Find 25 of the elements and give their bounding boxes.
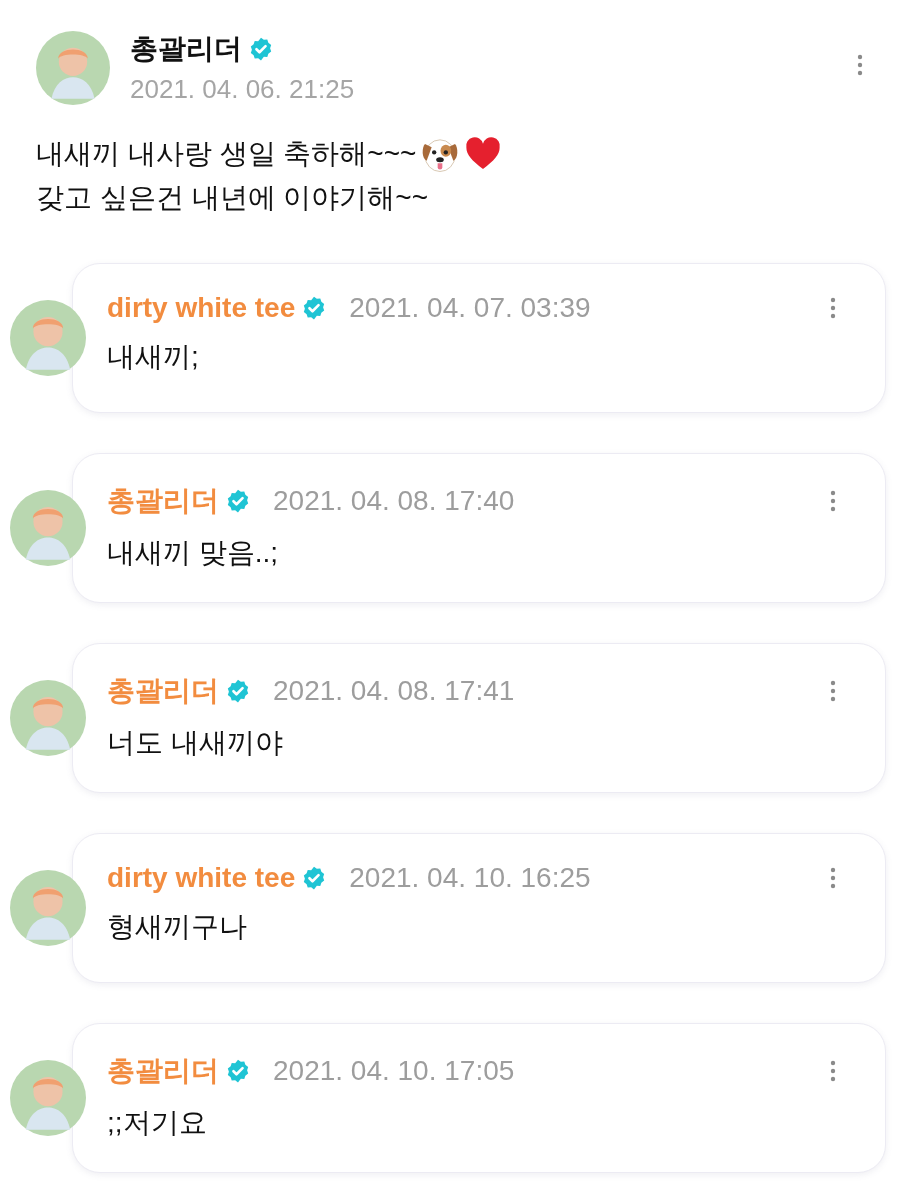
avatar[interactable] [10, 1060, 86, 1136]
comment-text: 내새끼; [107, 340, 200, 374]
author-name[interactable]: dirty white tee [107, 862, 296, 894]
comment-text: 형새끼구나 [107, 910, 248, 944]
author-name[interactable]: 총괄리더 [107, 1052, 219, 1090]
avatar[interactable] [10, 680, 86, 756]
avatar[interactable] [10, 300, 86, 376]
author-name[interactable]: dirty white tee [107, 292, 296, 324]
comment-time: 2021. 04. 08. 17:41 [273, 675, 515, 707]
author-name: 총괄리더 [130, 32, 242, 66]
comment-text: ;;저기요 [107, 1106, 208, 1140]
post-time: 2021. 04. 06. 21:25 [130, 74, 356, 105]
avatar[interactable] [36, 30, 110, 105]
comment-time: 2021. 04. 08. 17:40 [273, 485, 515, 517]
comment-time: 2021. 04. 07. 03:39 [349, 292, 591, 324]
comment-time: 2021. 04. 10. 16:25 [349, 862, 591, 894]
comment-text: 너도 내새끼야 [107, 726, 284, 760]
author-name[interactable]: 총괄리더 [107, 482, 219, 520]
post-text: 내새끼 내사랑 생일 축하해~~~ [36, 137, 417, 171]
author-name[interactable]: 총괄리더 [107, 672, 219, 710]
comment-text: 내새끼 맞음..; [107, 536, 280, 570]
comment-time: 2021. 04. 10. 17:05 [273, 1055, 515, 1087]
avatar[interactable] [10, 870, 86, 946]
avatar[interactable] [10, 490, 86, 566]
post-text: 갖고 싶은건 내년에 이야기해~~ [36, 181, 429, 215]
